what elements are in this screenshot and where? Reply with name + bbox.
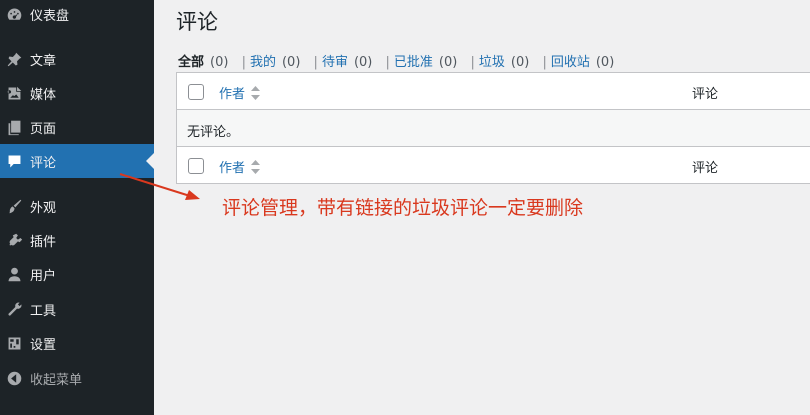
- menu-item-settings[interactable]: 设置: [0, 326, 154, 360]
- filter-mine[interactable]: 我的: [250, 55, 276, 70]
- menu-label: 评论: [30, 155, 57, 171]
- filter-count: (0): [438, 55, 458, 70]
- select-all-checkbox-footer[interactable]: [188, 158, 204, 174]
- menu-item-users[interactable]: 用户: [0, 257, 154, 291]
- menu-item-comments[interactable]: 评论: [0, 144, 154, 178]
- filter-count: (0): [353, 55, 373, 70]
- column-author-sortable[interactable]: 作者: [219, 83, 261, 102]
- menu-item-dashboard[interactable]: 仪表盘: [0, 0, 154, 31]
- admin-sidebar: 仪表盘 文章 媒体 页面 评论 外观 插件 用户 工具 设置 收起菜单: [0, 0, 154, 415]
- filter-trash[interactable]: 回收站: [551, 55, 590, 70]
- media-icon: [4, 83, 24, 103]
- column-comment-label: 评论: [692, 87, 719, 102]
- menu-item-media[interactable]: 媒体: [0, 76, 154, 110]
- comment-icon: [4, 151, 24, 171]
- menu-label: 工具: [30, 303, 57, 319]
- annotation-text: 评论管理，带有链接的垃圾评论一定要删除: [222, 197, 584, 219]
- filter-count: (0): [281, 55, 301, 70]
- filter-spam[interactable]: 垃圾: [479, 55, 505, 70]
- menu-label: 用户: [30, 268, 57, 284]
- filter-count: (0): [210, 55, 229, 70]
- select-all-checkbox[interactable]: [188, 84, 204, 100]
- user-icon: [4, 264, 24, 284]
- menu-item-tools[interactable]: 工具: [0, 292, 154, 326]
- page-title: 评论: [176, 10, 218, 34]
- main-content: 评论 全部 (0) | 我的 (0) | 待审 (0) | 已批准 (0) | 垃圾 (0) | 回…: [154, 0, 810, 415]
- column-author-sortable-footer[interactable]: 作者: [219, 157, 261, 176]
- menu-label: 仪表盘: [30, 8, 70, 24]
- no-comments-message: 无评论。: [187, 125, 240, 140]
- menu-label: 收起菜单: [30, 372, 83, 388]
- menu-label: 外观: [30, 200, 57, 216]
- filter-separator: |: [313, 55, 318, 70]
- filter-separator: |: [241, 55, 246, 70]
- filter-all[interactable]: 全部: [178, 55, 204, 70]
- settings-icon: [4, 333, 24, 353]
- sort-icon: [251, 85, 261, 100]
- collapse-menu-button[interactable]: 收起菜单: [0, 361, 154, 395]
- filter-count: (0): [510, 55, 530, 70]
- filter-separator: |: [470, 55, 475, 70]
- menu-label: 文章: [30, 53, 57, 69]
- pages-icon: [4, 117, 24, 137]
- column-author-label: 作者: [219, 161, 246, 176]
- menu-label: 插件: [30, 234, 57, 250]
- filter-separator: |: [542, 55, 547, 70]
- menu-item-posts[interactable]: 文章: [0, 42, 154, 76]
- active-indicator-arrow: [146, 153, 154, 169]
- menu-label: 页面: [30, 121, 57, 137]
- comments-table: 作者 评论 无评论。 作者 评论: [176, 72, 810, 184]
- filter-pending[interactable]: 待审: [322, 55, 348, 70]
- menu-label: 设置: [30, 337, 57, 353]
- dashboard-icon: [4, 4, 24, 24]
- menu-item-appearance[interactable]: 外观: [0, 189, 154, 223]
- sort-icon: [251, 159, 261, 174]
- column-comment-label: 评论: [692, 161, 719, 176]
- wrench-icon: [4, 299, 24, 319]
- menu-label: 媒体: [30, 87, 57, 103]
- empty-row: 无评论。: [177, 110, 810, 147]
- plugin-icon: [4, 230, 24, 250]
- filter-approved[interactable]: 已批准: [394, 55, 433, 70]
- comment-status-filters: 全部 (0) | 我的 (0) | 待审 (0) | 已批准 (0) | 垃圾 (0) | 回收站 (…: [178, 51, 614, 70]
- pushpin-icon: [4, 49, 24, 69]
- filter-separator: |: [385, 55, 390, 70]
- table-footer-row: 作者 评论: [177, 147, 810, 183]
- table-header-row: 作者 评论: [177, 73, 810, 110]
- filter-count: (0): [595, 55, 615, 70]
- column-author-label: 作者: [219, 87, 246, 102]
- collapse-icon: [4, 368, 24, 388]
- menu-item-plugins[interactable]: 插件: [0, 223, 154, 257]
- brush-icon: [4, 196, 24, 216]
- menu-item-pages[interactable]: 页面: [0, 110, 154, 144]
